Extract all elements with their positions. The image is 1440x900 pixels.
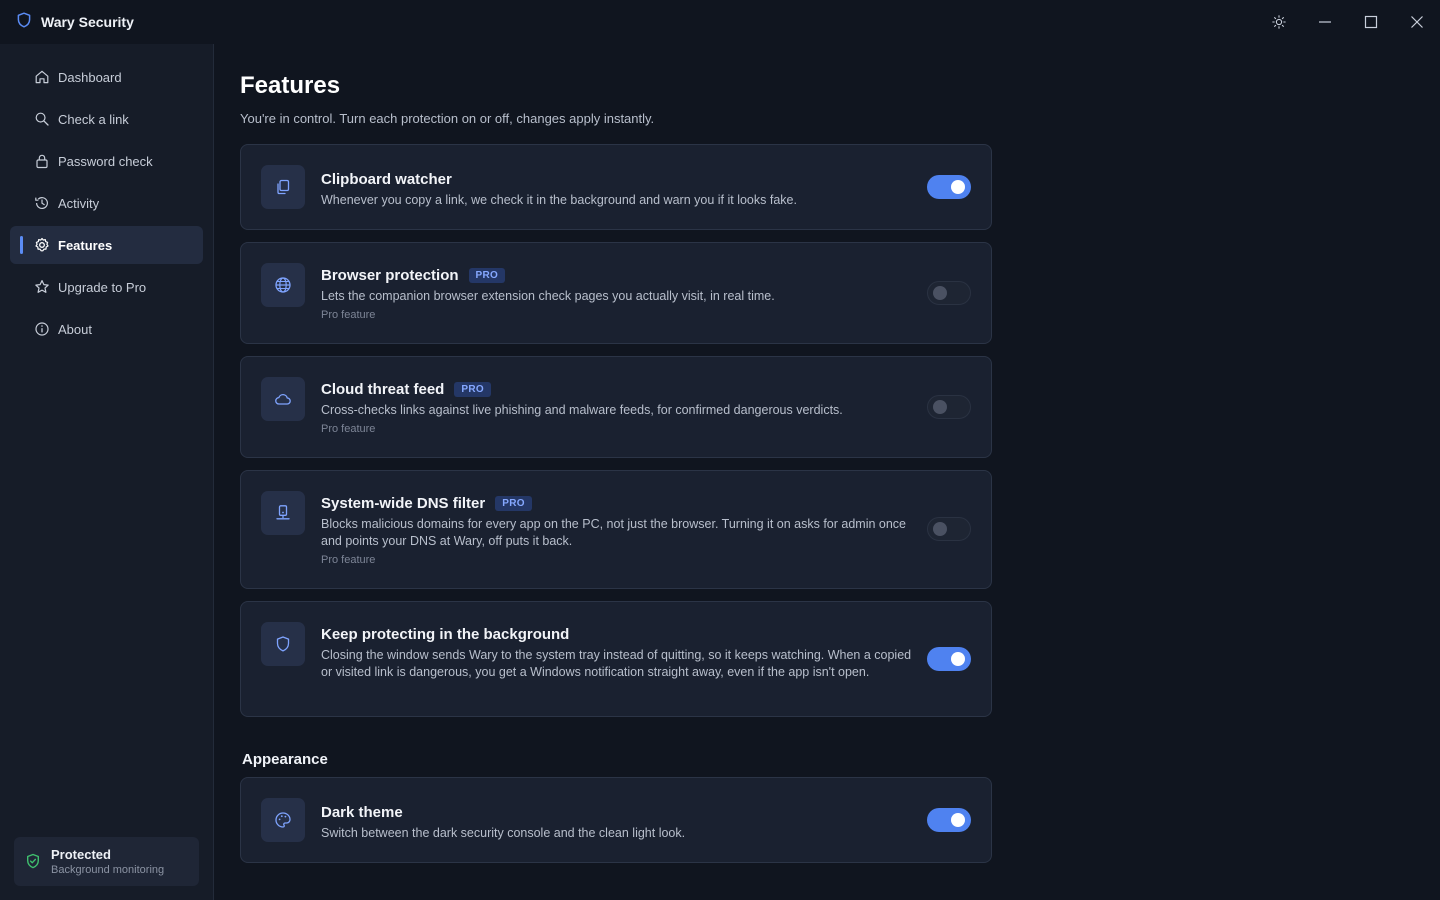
sidebar-item-label: Activity <box>58 195 100 211</box>
feature-description: Blocks malicious domains for every app o… <box>321 517 907 548</box>
feature-description: Switch between the dark security console… <box>321 826 686 840</box>
pro-badge: PRO <box>454 381 491 397</box>
browser-protection-toggle[interactable] <box>927 281 971 305</box>
toggle-knob <box>951 180 965 194</box>
pro-badge: PRO <box>468 267 506 283</box>
feature-title: Cloud threat feed <box>321 380 445 398</box>
appearance-heading: Appearance <box>242 751 328 768</box>
sidebar-item-password-check[interactable]: Password check <box>10 142 203 180</box>
sidebar-item-about[interactable]: About <box>10 310 203 348</box>
shield-check-icon <box>25 853 41 874</box>
search-icon <box>34 111 50 127</box>
sidebar: Dashboard Check a link Password check Ac… <box>0 44 214 900</box>
sun-icon <box>1272 15 1286 29</box>
toggle-knob <box>933 286 947 300</box>
background-protection-toggle[interactable] <box>927 647 971 671</box>
lock-icon <box>34 153 50 169</box>
sidebar-item-check-a-link[interactable]: Check a link <box>10 100 203 138</box>
maximize-icon <box>1364 15 1378 29</box>
pro-badge: PRO <box>495 495 532 511</box>
feature-title: Dark theme <box>321 803 403 821</box>
feature-description: Whenever you copy a link, we check it in… <box>321 193 797 207</box>
page-subtitle: You're in control. Turn each protection … <box>240 111 655 126</box>
feature-title: Keep protecting in the background <box>321 625 570 643</box>
cloud-icon <box>261 377 305 421</box>
pro-feature-note: Pro feature <box>321 554 376 566</box>
toggle-knob <box>951 652 965 666</box>
feature-description: Lets the companion browser extension che… <box>321 289 775 303</box>
feature-description: Cross-checks links against live phishing… <box>321 403 843 417</box>
toggle-knob <box>933 522 947 536</box>
app-brand: Wary Security <box>16 11 134 33</box>
appearance-card-dark-theme: Dark theme Switch between the dark secur… <box>240 777 992 863</box>
sidebar-item-dashboard[interactable]: Dashboard <box>10 58 203 96</box>
minimize-button[interactable] <box>1302 0 1348 44</box>
pro-feature-note: Pro feature <box>321 309 376 321</box>
feature-title: Clipboard watcher <box>321 170 452 188</box>
dns-icon <box>261 491 305 535</box>
feature-title: Browser protection <box>321 266 459 284</box>
sidebar-item-activity[interactable]: Activity <box>10 184 203 222</box>
sidebar-item-upgrade-to-pro[interactable]: Upgrade to Pro <box>10 268 203 306</box>
sidebar-item-label: Password check <box>58 153 153 169</box>
sidebar-nav: Dashboard Check a link Password check Ac… <box>10 58 203 352</box>
feature-card-cloud-threat-feed: Cloud threat feed PRO Cross-checks links… <box>240 356 992 458</box>
sidebar-item-features[interactable]: Features <box>10 226 203 264</box>
protection-status-card: Protected Background monitoring <box>14 837 199 886</box>
status-subtitle: Background monitoring <box>51 864 165 876</box>
close-icon <box>1410 15 1424 29</box>
dark-theme-toggle[interactable] <box>927 808 971 832</box>
maximize-button[interactable] <box>1348 0 1394 44</box>
shield-icon <box>261 622 305 666</box>
toggle-knob <box>933 400 947 414</box>
feature-title: System-wide DNS filter <box>321 494 486 512</box>
sidebar-item-label: Upgrade to Pro <box>58 279 147 295</box>
clipboard-icon <box>261 165 305 209</box>
minimize-icon <box>1318 15 1332 29</box>
sidebar-item-label: Check a link <box>58 111 129 127</box>
close-button[interactable] <box>1394 0 1440 44</box>
history-icon <box>34 195 50 211</box>
page-title: Features <box>240 72 341 99</box>
feature-card-dns-filter: System-wide DNS filter PRO Blocks malici… <box>240 470 992 589</box>
feature-card-background-protection: Keep protecting in the background Closin… <box>240 601 992 717</box>
title-bar: Wary Security <box>0 0 1440 44</box>
dns-filter-toggle[interactable] <box>927 517 971 541</box>
feature-card-clipboard-watcher: Clipboard watcher Whenever you copy a li… <box>240 144 992 230</box>
feature-description: Closing the window sends Wary to the sys… <box>321 648 912 679</box>
gear-icon <box>34 237 50 253</box>
status-title: Protected <box>51 847 111 862</box>
home-icon <box>34 69 50 85</box>
theme-toggle-button[interactable] <box>1256 0 1302 44</box>
feature-card-browser-protection: Browser protection PRO Lets the companio… <box>240 242 992 344</box>
app-title: Wary Security <box>41 14 134 30</box>
palette-icon <box>261 798 305 842</box>
sidebar-item-label: About <box>58 321 92 337</box>
sidebar-item-label: Dashboard <box>58 69 122 85</box>
cloud-threat-feed-toggle[interactable] <box>927 395 971 419</box>
globe-icon <box>261 263 305 307</box>
toggle-knob <box>951 813 965 827</box>
window-controls <box>1256 0 1440 44</box>
sidebar-item-label: Features <box>58 237 113 253</box>
info-icon <box>34 321 50 337</box>
shield-logo-icon <box>16 11 32 33</box>
star-icon <box>34 279 50 295</box>
pro-feature-note: Pro feature <box>321 423 376 435</box>
clipboard-watcher-toggle[interactable] <box>927 175 971 199</box>
